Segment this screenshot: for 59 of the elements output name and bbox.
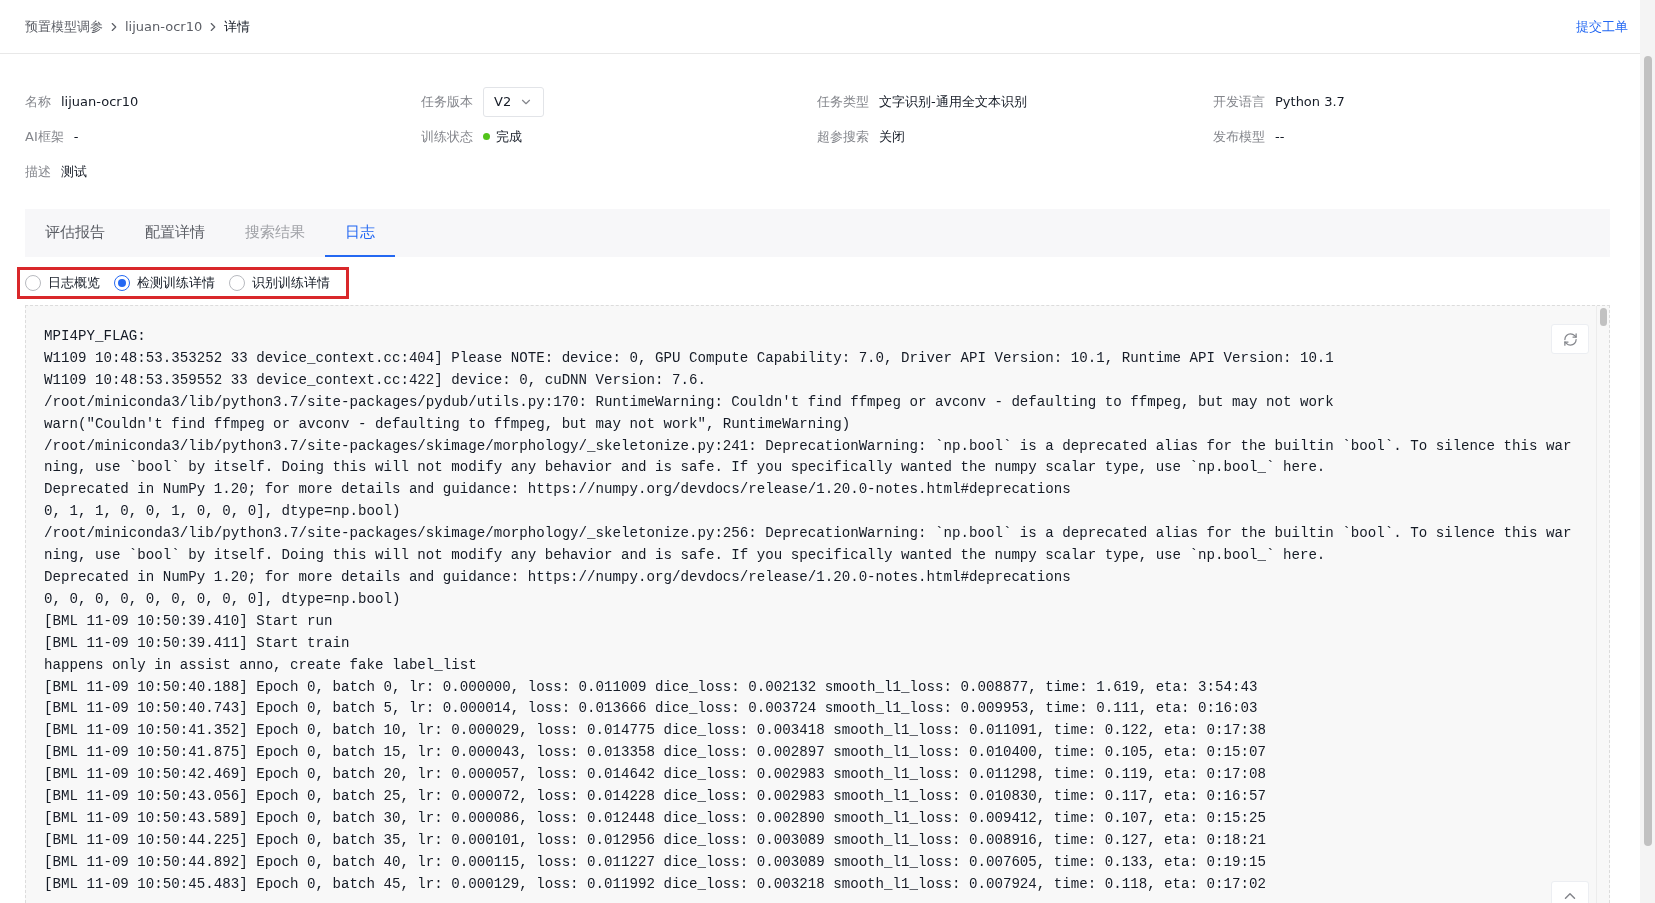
log-line: W1109 10:48:53.353252 33 device_context.cc:404] Please NOTE: device: 0, GPU Compute Capability: 7.0, Driver API Version: 10.1, Runtime API Version: 10.1 (44, 348, 1334, 368)
log-line: 0, 0, 0, 0, 0, 0, 0, 0, 0], dtype=np.bool) (44, 589, 401, 609)
scrollbar[interactable] (1596, 306, 1609, 903)
log-line: [BML 11-09 10:50:40.188] Epoch 0, batch 0, lr: 0.000000, loss: 0.011009 dice_loss: 0.002132 smooth_l1_loss: 0.008877, time: 1.619, eta: 3:54:43 (44, 677, 1258, 697)
breadcrumb-item[interactable]: 预置模型调参 (25, 17, 103, 36)
log-line: [BML 11-09 10:50:43.589] Epoch 0, batch 30, lr: 0.000086, loss: 0.012448 dice_loss: 0.002890 smooth_l1_loss: 0.009412, time: 0.107, eta: 0:15:25 (44, 808, 1266, 828)
status-text: 完成 (496, 127, 522, 146)
log-line: /root/miniconda3/lib/python3.7/site-packages/pydub/utils.py:170: RuntimeWarning: Couldn't find ffmpeg or avconv - defaulting to ffmpeg, but may not work (44, 392, 1334, 412)
breadcrumb-item: 详情 (224, 17, 251, 36)
log-line: [BML 11-09 10:50:39.411] Start train (44, 633, 350, 653)
tab[interactable]: 配置详情 (125, 209, 225, 257)
field-label: 超参搜索 (817, 127, 869, 146)
version-select[interactable]: V2 (483, 86, 545, 117)
page-scrollbar[interactable] (1640, 0, 1655, 903)
log-line: /root/miniconda3/lib/python3.7/site-packages/skimage/morphology/_skeletonize.py:241: DeprecationWarning: `np.bool` is a deprecated alias for the builtin `bool`. To silence this war (44, 436, 1572, 456)
log-line: [BML 11-09 10:50:39.410] Start run (44, 611, 333, 631)
log-line: 0, 1, 1, 0, 0, 1, 0, 0, 0], dtype=np.bool) (44, 502, 401, 522)
log-line: [BML 11-09 10:50:41.352] Epoch 0, batch 10, lr: 0.000029, loss: 0.014775 dice_loss: 0.003418 smooth_l1_loss: 0.011091, time: 0.122, eta: 0:17:38 (44, 721, 1266, 741)
log-line: [BML 11-09 10:50:44.892] Epoch 0, batch 40, lr: 0.000115, loss: 0.011227 dice_loss: 0.003089 smooth_l1_loss: 0.007605, time: 0.133, eta: 0:19:15 (44, 852, 1266, 872)
field-label: 任务类型 (817, 92, 869, 111)
log-line: happens only in assist anno, create fake label_list (44, 655, 477, 675)
submit-ticket-link[interactable]: 提交工单 (1576, 17, 1628, 36)
breadcrumb-item[interactable]: lijuan-ocr10 (125, 19, 203, 34)
field-value: - (73, 129, 79, 144)
field-label: 任务版本 (421, 92, 473, 111)
field-value: 测试 (61, 162, 87, 181)
log-line: MPI4PY_FLAG: (44, 327, 146, 346)
log-line: [BML 11-09 10:50:42.469] Epoch 0, batch 20, lr: 0.000057, loss: 0.014642 dice_loss: 0.002983 smooth_l1_loss: 0.011298, time: 0.119, eta: 0:17:08 (44, 765, 1266, 785)
log-line: [BML 11-09 10:50:41.875] Epoch 0, batch 15, lr: 0.000043, loss: 0.013358 dice_loss: 0.002897 smooth_l1_loss: 0.010400, time: 0.105, eta: 0:15:07 (44, 743, 1266, 763)
radio-label[interactable]: 识别训练详情 (252, 274, 330, 292)
field-label: 训练状态 (421, 127, 473, 146)
field-label: 描述 (25, 162, 51, 181)
tab[interactable]: 评估报告 (25, 209, 125, 257)
log-line: /root/miniconda3/lib/python3.7/site-packages/skimage/morphology/_skeletonize.py:256: DeprecationWarning: `np.bool` is a deprecated alias for the builtin `bool`. To silence this war (44, 524, 1572, 544)
tab[interactable]: 日志 (325, 209, 395, 257)
log-line: warn("Couldn't find ffmpeg or avconv - defaulting to ffmpeg, but may not work", RuntimeWarning) (44, 414, 851, 434)
log-line: Deprecated in NumPy 1.20; for more details and guidance: https://numpy.org/devdocs/release/1.20.0-notes.html#deprecations (44, 480, 1071, 500)
log-line: W1109 10:48:53.359552 33 device_context.cc:422] device: 0, cuDNN Version: 7.6. (44, 370, 706, 390)
radio-label[interactable]: 日志概览 (48, 274, 100, 292)
log-line: ning, use `bool` by itself. Doing this will not modify any behavior and is safe. If you specifically wanted the numpy scalar type, use `np.bool_` here. (44, 546, 1326, 566)
log-line: [BML 11-09 10:50:43.056] Epoch 0, batch 25, lr: 0.000072, loss: 0.014228 dice_loss: 0.002983 smooth_l1_loss: 0.010830, time: 0.117, eta: 0:16:57 (44, 787, 1266, 807)
field-value: -- (1275, 129, 1285, 144)
log-line: [BML 11-09 10:50:45.483] Epoch 0, batch 45, lr: 0.000129, loss: 0.011992 dice_loss: 0.003218 smooth_l1_loss: 0.007924, time: 0.118, eta: 0:17:02 (44, 874, 1266, 894)
log-line: ning, use `bool` by itself. Doing this will not modify any behavior and is safe. If you specifically wanted the numpy scalar type, use `np.bool_` here. (44, 458, 1326, 478)
field-value: 文字识别-通用全文本识别 (879, 92, 1027, 111)
field-label: 发布模型 (1213, 127, 1265, 146)
field-label: 开发语言 (1213, 92, 1265, 111)
field-value: lijuan-ocr10 (61, 94, 139, 109)
field-value: Python 3.7 (1275, 94, 1345, 109)
field-label: AI框架 (25, 127, 64, 146)
log-line: [BML 11-09 10:50:44.225] Epoch 0, batch 35, lr: 0.000101, loss: 0.012956 dice_loss: 0.003089 smooth_l1_loss: 0.008916, time: 0.127, eta: 0:18:21 (44, 830, 1266, 850)
log-line: [BML 11-09 10:50:40.743] Epoch 0, batch 5, lr: 0.000014, loss: 0.013666 dice_loss: 0.003724 smooth_l1_loss: 0.009953, time: 0.111, eta: 0:16:03 (44, 699, 1258, 719)
refresh-button[interactable] (1551, 324, 1589, 354)
field-label: 名称 (25, 92, 51, 111)
log-line: Deprecated in NumPy 1.20; for more details and guidance: https://numpy.org/devdocs/release/1.20.0-notes.html#deprecations (44, 567, 1071, 587)
radio-label[interactable]: 检测训练详情 (137, 274, 215, 292)
field-value: 关闭 (879, 127, 905, 146)
refresh-icon (1562, 331, 1578, 347)
scroll-top-button[interactable] (1551, 881, 1589, 903)
